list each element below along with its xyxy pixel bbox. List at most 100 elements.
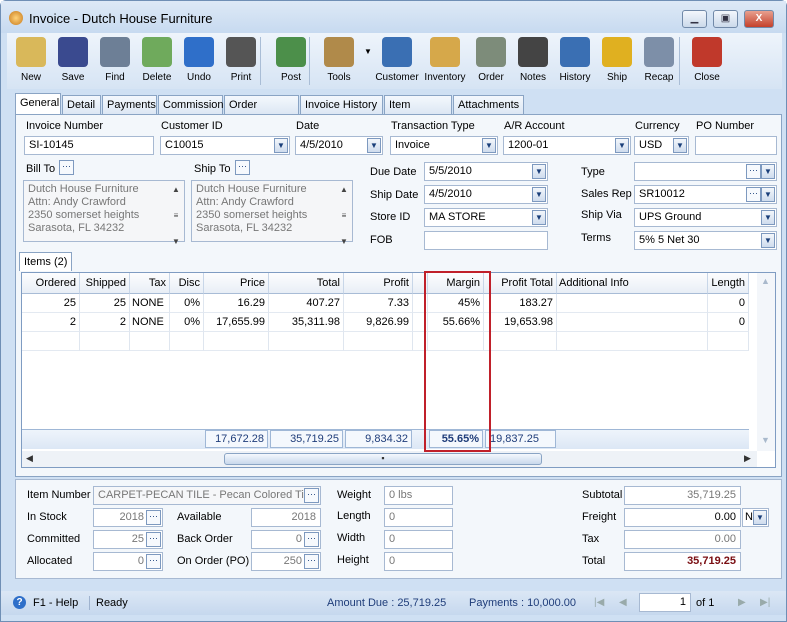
table-cell[interactable] [80, 332, 130, 351]
column-header-total[interactable]: Total [269, 273, 344, 294]
width-field[interactable]: 0 [384, 530, 453, 549]
tab-invoice-history[interactable]: Invoice History [300, 95, 383, 115]
table-cell[interactable] [269, 332, 344, 351]
ship-date-picker[interactable]: 4/5/2010 ▼ [424, 185, 548, 204]
sales-rep-lookup-button[interactable]: ··· [746, 187, 761, 202]
chevron-down-icon[interactable]: ▼ [761, 187, 775, 202]
table-cell[interactable]: 16.29 [204, 294, 269, 313]
column-header-shipped[interactable]: Shipped [80, 273, 130, 294]
column-header-profit[interactable]: Profit [344, 273, 413, 294]
table-row[interactable]: 2 2 NONE 0% 17,655.99 35,311.98 9,826.99 55.66%… [22, 313, 749, 332]
length-field[interactable]: 0 [384, 508, 453, 527]
table-cell[interactable] [484, 332, 557, 351]
vertical-scrollbar[interactable]: ▲ ≡ ▼ [338, 183, 350, 246]
scroll-left-icon[interactable]: ◀ [26, 453, 33, 464]
toolbar-save-button[interactable]: Save [51, 33, 95, 89]
currency-select[interactable]: USD ▼ [634, 136, 689, 155]
chevron-down-icon[interactable]: ▼ [761, 164, 775, 179]
maximize-button[interactable]: ▣ [713, 10, 738, 28]
ship-to-lookup-button[interactable]: ··· [235, 160, 250, 175]
table-cell[interactable] [344, 332, 413, 351]
scroll-right-icon[interactable]: ▶ [744, 453, 751, 464]
table-cell[interactable]: 25 [22, 294, 80, 313]
toolbar-history-button[interactable]: History [553, 33, 597, 89]
tab-detail[interactable]: Detail [62, 95, 101, 115]
help-link[interactable]: F1 - Help [33, 591, 78, 615]
table-cell[interactable] [557, 294, 708, 313]
item-number-field[interactable]: CARPET-PECAN TILE - Pecan Colored Tiles ·… [93, 486, 321, 505]
on-order-lookup-button[interactable]: ··· [304, 554, 319, 569]
table-cell[interactable]: 2 [22, 313, 80, 332]
toolbar-post-button[interactable]: Post [269, 33, 313, 89]
tab-general[interactable]: General [15, 93, 61, 115]
terms-select[interactable]: 5% 5 Net 30 ▼ [634, 231, 777, 250]
table-cell[interactable] [204, 332, 269, 351]
table-cell[interactable]: NONE [130, 294, 170, 313]
chevron-down-icon[interactable]: ▼ [274, 138, 288, 153]
scroll-up-icon[interactable]: ▲ [761, 276, 770, 286]
vertical-scrollbar[interactable]: ▲ ≡ ▼ [170, 183, 182, 246]
back-order-lookup-button[interactable]: ··· [304, 532, 319, 547]
chevron-down-icon[interactable]: ▼ [753, 510, 767, 525]
table-row[interactable] [22, 332, 749, 351]
table-cell[interactable]: 0 [708, 313, 749, 332]
toolbar-inventory-button[interactable]: Inventory [423, 33, 467, 89]
freight-option-select[interactable]: N ▼ [742, 508, 769, 527]
minimize-button[interactable]: ▁ [682, 10, 707, 28]
table-cell[interactable] [130, 332, 170, 351]
toolbar-close-button[interactable]: Close [685, 33, 729, 89]
tools-dropdown-icon[interactable]: ▼ [364, 47, 372, 56]
column-header-disc[interactable]: Disc [170, 273, 204, 294]
table-cell[interactable]: 407.27 [269, 294, 344, 313]
toolbar-recap-button[interactable]: Recap [637, 33, 681, 89]
table-cell[interactable] [170, 332, 204, 351]
table-cell[interactable]: 35,311.98 [269, 313, 344, 332]
toolbar-delete-button[interactable]: Delete [135, 33, 179, 89]
ship-via-select[interactable]: UPS Ground ▼ [634, 208, 777, 227]
column-header-price[interactable]: Price [204, 273, 269, 294]
last-page-icon[interactable]: ▶| [760, 591, 770, 615]
column-header-additional-info[interactable]: Additional Info [557, 273, 708, 294]
tab-attachments[interactable]: Attachments [453, 95, 524, 115]
tab-payments[interactable]: Payments [102, 95, 157, 115]
tab-items[interactable]: Items (2) [19, 252, 73, 271]
toolbar-find-button[interactable]: Find [93, 33, 137, 89]
store-id-select[interactable]: MA STORE ▼ [424, 208, 548, 227]
toolbar-undo-button[interactable]: Undo [177, 33, 221, 89]
toolbar-customer-button[interactable]: Customer [375, 33, 419, 89]
chevron-down-icon[interactable]: ▼ [615, 138, 629, 153]
chevron-down-icon[interactable]: ▼ [482, 138, 496, 153]
due-date-picker[interactable]: 5/5/2010 ▼ [424, 162, 548, 181]
horizontal-scrollbar[interactable]: ◀ ▪ ▶ [22, 451, 757, 467]
ar-account-select[interactable]: 1200-01 ▼ [503, 136, 631, 155]
table-cell[interactable]: 2 [80, 313, 130, 332]
type-select[interactable]: ··· ▼ [634, 162, 777, 181]
date-picker[interactable]: 4/5/2010 ▼ [295, 136, 383, 155]
chevron-down-icon[interactable]: ▼ [761, 233, 775, 248]
toolbar-order-button[interactable]: Order [469, 33, 513, 89]
prev-page-icon[interactable]: ◀ [619, 591, 627, 615]
scroll-down-icon[interactable]: ▼ [761, 435, 770, 445]
customer-id-select[interactable]: C10015 ▼ [160, 136, 290, 155]
table-cell[interactable]: 7.33 [344, 294, 413, 313]
page-number-field[interactable]: 1 [639, 593, 691, 612]
chevron-down-icon[interactable]: ▼ [761, 210, 775, 225]
in-stock-lookup-button[interactable]: ··· [146, 510, 161, 525]
toolbar-print-button[interactable]: Print [219, 33, 263, 89]
tab-commission[interactable]: Commission [158, 95, 224, 115]
freight-field[interactable]: 0.00 [624, 508, 741, 527]
next-page-icon[interactable]: ▶ [738, 591, 746, 615]
vertical-scrollbar[interactable]: ▲ ▼ [757, 273, 775, 451]
chevron-down-icon[interactable]: ▼ [673, 138, 687, 153]
table-cell[interactable]: 9,826.99 [344, 313, 413, 332]
table-cell[interactable] [22, 332, 80, 351]
first-page-icon[interactable]: |◀ [594, 591, 604, 615]
transaction-type-select[interactable]: Invoice ▼ [390, 136, 498, 155]
column-header-ordered[interactable]: Ordered [22, 273, 80, 294]
table-cell[interactable]: 25 [80, 294, 130, 313]
close-window-button[interactable]: X [744, 10, 774, 28]
toolbar-tools-button[interactable]: Tools [317, 33, 361, 89]
column-header-tax[interactable]: Tax [130, 273, 170, 294]
ship-to-address[interactable]: Dutch House Furniture Attn: Andy Crawford… [191, 180, 353, 246]
chevron-down-icon[interactable]: ▼ [367, 138, 381, 153]
